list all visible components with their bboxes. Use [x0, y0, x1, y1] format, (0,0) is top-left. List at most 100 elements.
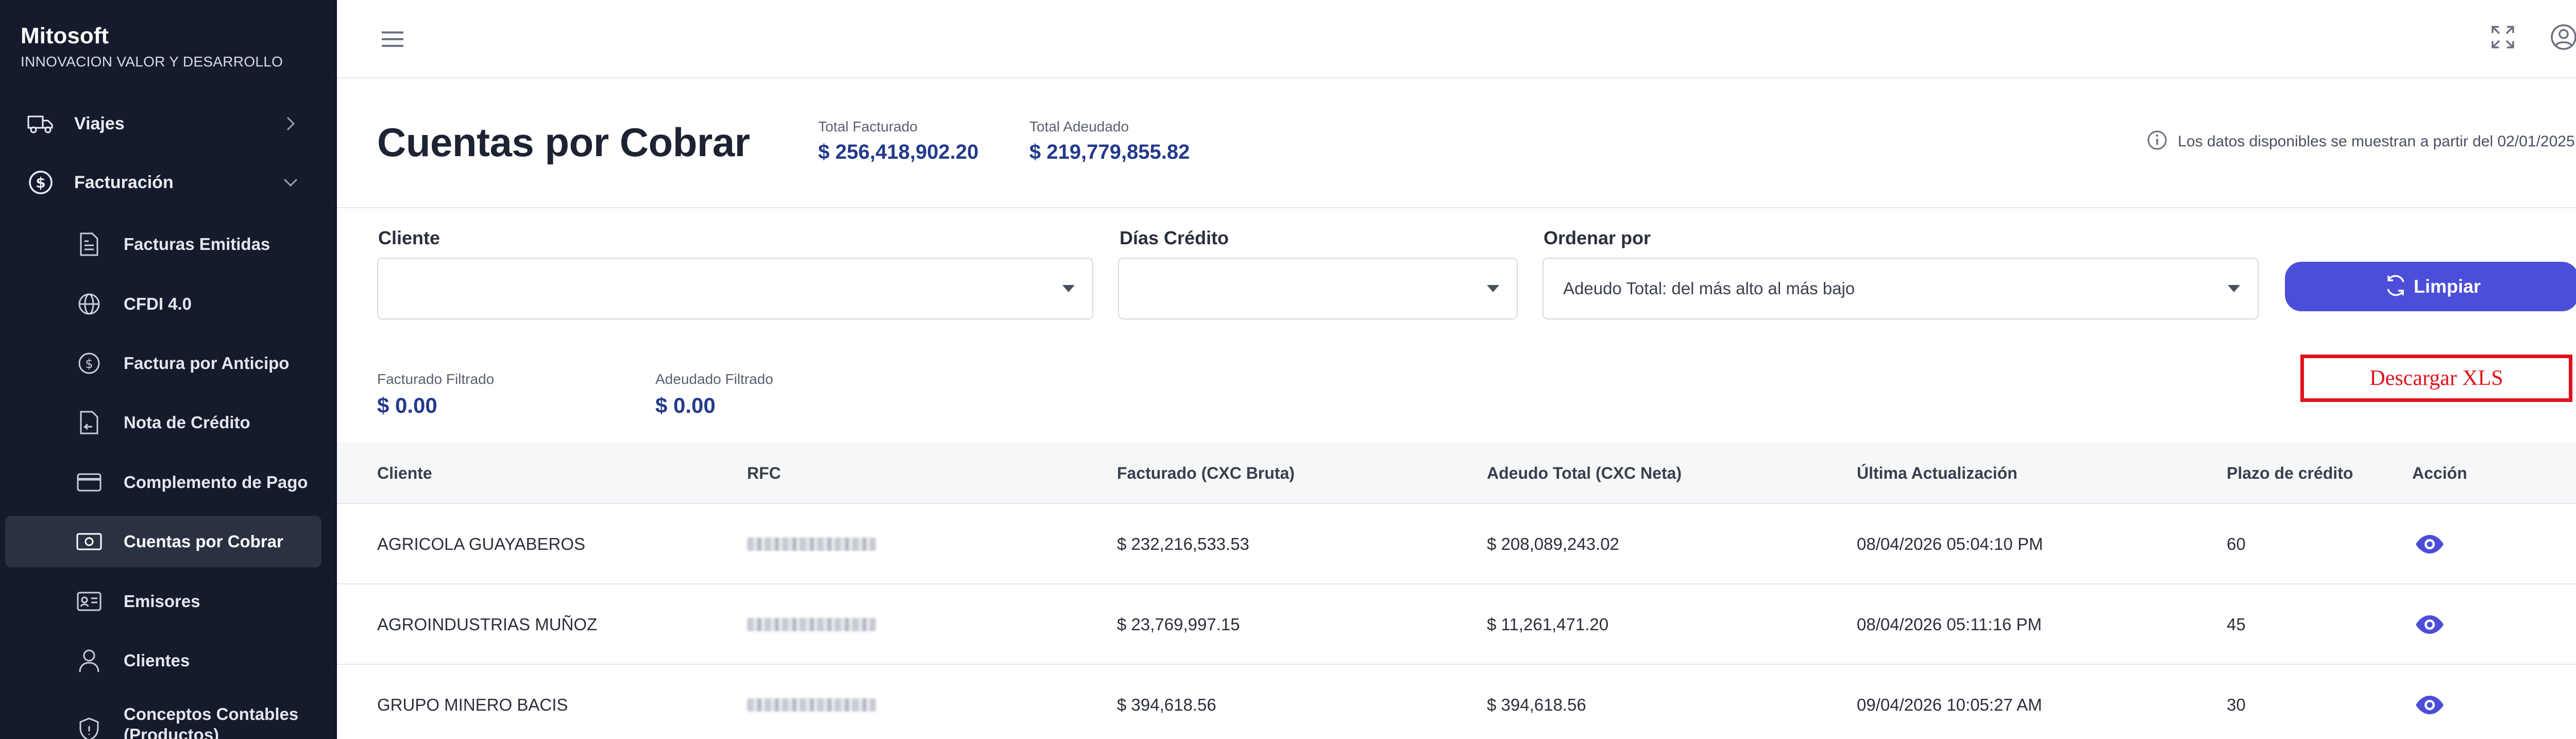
table-row: AGROINDUSTRIAS MUÑOZ $ 23,769,997.15 $ 1… [337, 584, 2576, 665]
view-eye-icon[interactable] [2413, 608, 2446, 641]
total-facturado-value: $ 256,418,902.20 [818, 141, 979, 163]
sidebar-item-label: Complemento de Pago [124, 473, 308, 492]
sidebar-item-facturas-emitidas[interactable]: Facturas Emitidas [5, 219, 321, 270]
total-adeudado: Total Adeudado $ 219,779,855.82 [1029, 117, 1190, 165]
column-header-plazo[interactable]: Plazo de crédito [2227, 442, 2353, 504]
cell-plazo: 45 [2227, 615, 2246, 634]
ordenar-select[interactable]: Adeudo Total: del más alto al más bajo [1543, 258, 2259, 320]
view-eye-icon[interactable] [2413, 528, 2446, 561]
sidebar-item-conceptos-contables[interactable]: Conceptos Contables (Productos) [5, 698, 321, 739]
table-row: GRUPO MINERO BACIS $ 394,618.56 $ 394,61… [337, 665, 2576, 739]
sidebar-item-cuentas-cobrar[interactable]: Cuentas por Cobrar [5, 516, 321, 567]
sidebar-item-complemento-pago[interactable]: Complemento de Pago [5, 457, 321, 508]
fullscreen-icon[interactable] [2486, 21, 2519, 54]
dollar-circle-icon: $ [27, 169, 55, 196]
header-divider [337, 207, 2576, 208]
menu-icon[interactable] [378, 25, 407, 54]
cell-actualizacion: 09/04/2026 10:05:27 AM [1857, 695, 2042, 714]
chevron-down-icon [280, 172, 301, 193]
cell-accion [2413, 504, 2446, 584]
note-return-icon [76, 410, 102, 435]
sidebar: Mitosoft INNOVACION VALOR Y DESARROLLO V… [0, 0, 337, 739]
cell-rfc [747, 504, 876, 584]
top-bar [337, 0, 2576, 78]
cell-cliente: AGROINDUSTRIAS MUÑOZ [377, 615, 598, 634]
adeudado-filtrado-value: $ 0.00 [655, 393, 716, 417]
view-eye-icon[interactable] [2413, 688, 2446, 721]
cliente-filter-label: Cliente [378, 227, 440, 248]
cell-plazo: 60 [2227, 534, 2246, 553]
cell-accion [2413, 584, 2446, 665]
globe-icon [76, 291, 102, 317]
dias-credito-select[interactable] [1118, 258, 1518, 320]
cell-actualizacion: 08/04/2026 05:11:16 PM [1857, 615, 2042, 634]
column-header-rfc[interactable]: RFC [747, 442, 781, 504]
info-note: Los datos disponibles se muestran a part… [2147, 130, 2576, 153]
adeudado-filtrado-label: Adeudado Filtrado [655, 371, 773, 387]
cell-accion [2413, 665, 2446, 739]
sidebar-item-label: Cuentas por Cobrar [124, 532, 283, 551]
table-row: AGRICOLA GUAYABEROS $ 232,216,533.53 $ 2… [337, 504, 2576, 584]
sidebar-item-label: Clientes [124, 651, 190, 670]
adeudado-filtrado: Adeudado Filtrado $ 0.00 [655, 370, 773, 418]
column-header-adeudo[interactable]: Adeudo Total (CXC Neta) [1487, 442, 1682, 504]
sidebar-item-factura-anticipo[interactable]: $ Factura por Anticipo [5, 338, 321, 389]
svg-text:$: $ [36, 174, 45, 191]
cell-actualizacion: 08/04/2026 05:04:10 PM [1857, 534, 2043, 553]
ordenar-select-value: Adeudo Total: del más alto al más bajo [1563, 279, 1855, 298]
credit-card-icon [76, 469, 102, 495]
sidebar-item-facturacion[interactable]: $ Facturación [0, 157, 337, 208]
sidebar-item-label: Nota de Crédito [124, 413, 250, 432]
cell-adeudo: $ 208,089,243.02 [1487, 534, 1619, 553]
sidebar-item-cfdi[interactable]: CFDI 4.0 [5, 278, 321, 330]
cell-facturado: $ 394,618.56 [1117, 695, 1216, 714]
cell-facturado: $ 23,769,997.15 [1117, 615, 1240, 634]
column-header-actualizacion[interactable]: Última Actualización [1857, 442, 2018, 504]
ordenar-filter-label: Ordenar por [1544, 227, 1651, 248]
user-account-icon[interactable] [2547, 21, 2576, 54]
sidebar-item-emisores[interactable]: Emisores [5, 576, 321, 627]
total-adeudado-value: $ 219,779,855.82 [1029, 141, 1190, 163]
chevron-right-icon [280, 113, 301, 134]
cliente-select[interactable] [377, 258, 1093, 320]
refresh-icon [2383, 273, 2409, 301]
cell-plazo: 30 [2227, 695, 2246, 714]
facturado-filtrado-label: Facturado Filtrado [377, 371, 495, 387]
caret-down-icon [1487, 285, 1499, 292]
sidebar-item-label: Emisores [124, 592, 200, 611]
user-icon [76, 648, 102, 674]
sidebar-item-label: Facturas Emitidas [124, 234, 270, 254]
cash-icon [76, 529, 102, 555]
cell-cliente: AGRICOLA GUAYABEROS [377, 534, 586, 553]
total-facturado-label: Total Facturado [818, 119, 918, 135]
rfc-redacted [747, 538, 876, 551]
document-icon [76, 231, 102, 257]
descargar-xls-button[interactable]: Descargar XLS [2300, 355, 2572, 402]
total-adeudado-label: Total Adeudado [1029, 119, 1129, 135]
dollar-circle-icon: $ [76, 350, 102, 376]
column-header-cliente[interactable]: Cliente [377, 442, 432, 504]
caret-down-icon [1062, 285, 1075, 292]
brand-tagline: INNOVACION VALOR Y DESARROLLO [21, 54, 283, 70]
total-facturado: Total Facturado $ 256,418,902.20 [818, 117, 978, 165]
truck-icon [27, 110, 55, 138]
cell-rfc [747, 665, 876, 739]
table-header: Cliente RFC Facturado (CXC Bruta) Adeudo… [337, 442, 2576, 504]
info-icon [2147, 130, 2167, 153]
limpiar-button-label: Limpiar [2413, 276, 2481, 297]
limpiar-button[interactable]: Limpiar [2285, 262, 2576, 311]
svg-text:$: $ [85, 357, 93, 371]
column-header-facturado[interactable]: Facturado (CXC Bruta) [1117, 442, 1295, 504]
cell-facturado: $ 232,216,533.53 [1117, 534, 1249, 553]
cell-cliente: GRUPO MINERO BACIS [377, 695, 568, 714]
sidebar-item-clientes[interactable]: Clientes [5, 635, 321, 686]
shield-icon [76, 716, 102, 739]
sidebar-item-label: Factura por Anticipo [124, 354, 290, 373]
rfc-redacted [747, 618, 876, 631]
column-header-accion: Acción [2412, 463, 2467, 482]
sidebar-item-label: Facturación [74, 172, 174, 192]
dias-credito-filter-label: Días Crédito [1120, 227, 1229, 248]
sidebar-item-viajes[interactable]: Viajes [0, 98, 337, 149]
cell-adeudo: $ 394,618.56 [1487, 695, 1586, 714]
sidebar-item-nota-credito[interactable]: Nota de Crédito [5, 397, 321, 448]
